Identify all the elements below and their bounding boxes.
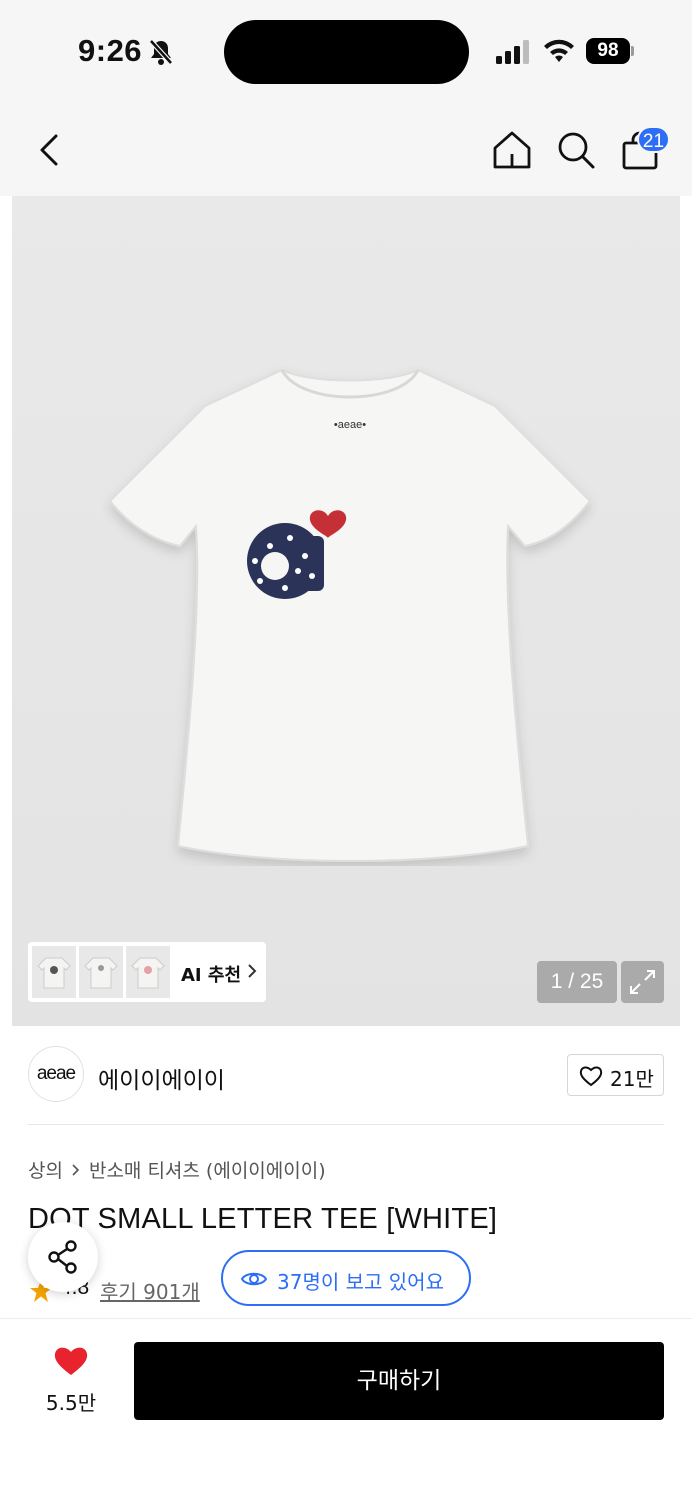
breadcrumb-item-subcategory[interactable]: 반소매 티셔츠 (에이이에이이) [89, 1156, 326, 1183]
product-detail-screen: 9:26 98 21 •aeae• AI 추천 1 / 25 aeae 에이이에… [0, 0, 692, 1500]
thumbnail[interactable] [79, 946, 123, 998]
thumbnail[interactable] [32, 946, 76, 998]
review-count-link[interactable]: 후기 901개 [100, 1276, 200, 1305]
back-icon[interactable] [30, 130, 70, 170]
brand-name[interactable]: 에이이에이이 [98, 1061, 225, 1095]
signal-icon [496, 40, 529, 64]
status-bar: 9:26 98 [0, 0, 692, 100]
home-icon[interactable] [490, 128, 534, 172]
product-image: •aeae• [108, 368, 592, 862]
buy-button[interactable]: 구매하기 [134, 1342, 664, 1420]
thumbnail[interactable] [126, 946, 170, 998]
svg-text:•aeae•: •aeae• [334, 419, 366, 431]
dynamic-island [224, 20, 469, 84]
product-image-gallery[interactable]: •aeae• AI 추천 1 / 25 [12, 196, 680, 1026]
share-button[interactable] [28, 1222, 98, 1292]
wishlist-button[interactable]: 5.5만 [40, 1345, 102, 1415]
brand-like-button[interactable]: 21만 [567, 1054, 664, 1096]
breadcrumb: 상의 반소매 티셔츠 (에이이에이이) [28, 1156, 326, 1183]
cart-count-badge: 21 [637, 126, 670, 153]
battery-tip [631, 46, 634, 56]
heart-filled-icon [54, 1347, 88, 1375]
chevron-right-icon [72, 1163, 80, 1176]
bottom-purchase-bar: 5.5만 구매하기 [0, 1318, 692, 1500]
live-viewers-text: 37명이 보고 있어요 [277, 1270, 444, 1294]
battery-indicator: 98 [586, 38, 630, 64]
wishlist-count: 5.5만 [45, 1391, 97, 1415]
expand-icon [630, 970, 655, 994]
expand-button[interactable] [621, 961, 664, 1003]
brand-logo[interactable]: aeae [28, 1046, 84, 1102]
search-icon[interactable] [554, 128, 598, 172]
status-time: 9:26 [78, 33, 143, 68]
ai-recommend-label: AI 추천 [181, 965, 242, 986]
live-viewers-badge: 37명이 보고 있어요 [221, 1250, 471, 1306]
share-icon [48, 1240, 77, 1274]
eye-icon [241, 1272, 267, 1286]
product-title: DOT SMALL LETTER TEE [WHITE] [28, 1203, 498, 1235]
divider [28, 1124, 664, 1125]
brand-row[interactable]: aeae 에이이에이이 21만 [0, 1026, 692, 1126]
breadcrumb-item-category[interactable]: 상의 [28, 1156, 63, 1183]
brand-like-count: 21만 [610, 1067, 654, 1091]
image-counter: 1 / 25 [537, 961, 617, 1003]
ai-recommend-strip[interactable]: AI 추천 [28, 942, 266, 1002]
bell-off-icon [149, 39, 173, 65]
top-navigation [0, 100, 692, 196]
chevron-right-icon [248, 964, 257, 978]
heart-outline-icon [579, 1066, 603, 1087]
wifi-icon [544, 39, 574, 62]
